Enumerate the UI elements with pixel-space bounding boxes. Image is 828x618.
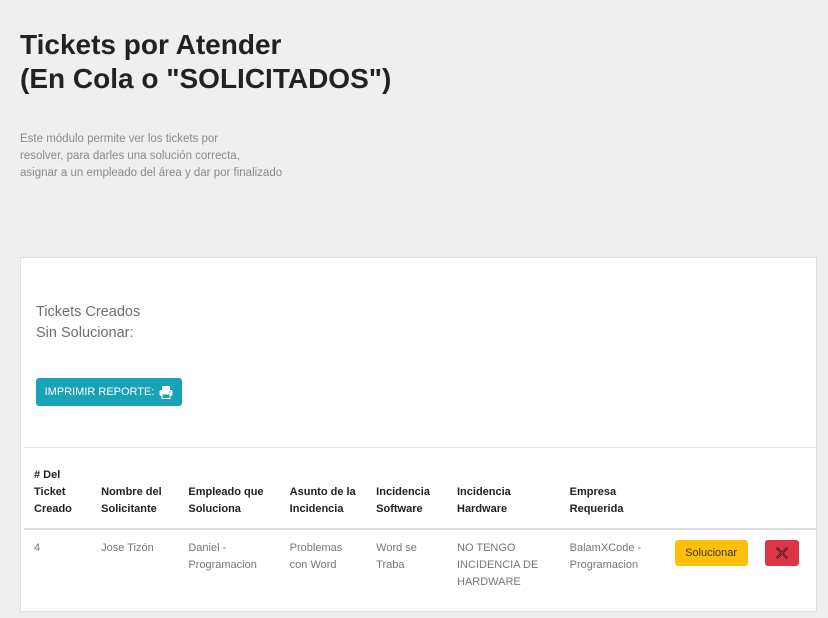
column-software: Incidencia Software — [376, 486, 430, 515]
card-subtitle-line1: Tickets Creados — [36, 304, 141, 320]
cell-software: Word se Traba — [376, 542, 417, 571]
table-row: 4 Jose Tizón Daniel - Programacion Probl… — [24, 529, 816, 591]
column-delete-action — [755, 448, 816, 530]
table-header-row: # Del Ticket Creado Nombre del Solicitan… — [24, 447, 816, 530]
print-report-button[interactable]: IMPRIMIR REPORTE: — [36, 378, 182, 406]
card-subtitle-line2: Sin Solucionar: — [36, 325, 134, 341]
column-empresa: Empresa Requerida — [569, 486, 624, 515]
column-hardware: Incidencia Hardware — [457, 486, 511, 515]
column-ticket-id: # Del Ticket Creado — [34, 469, 72, 515]
column-solicitante: Nombre del Solicitante — [101, 486, 162, 515]
printer-icon — [159, 385, 173, 399]
card-subtitle: Tickets Creados Sin Solucionar: — [36, 302, 140, 344]
page-title-line1: Tickets por Atender — [20, 29, 282, 60]
cell-solve-action: Solucionar — [665, 529, 755, 591]
page-title: Tickets por Atender (En Cola o "SOLICITA… — [20, 28, 391, 96]
page-title-line2: (En Cola o "SOLICITADOS") — [20, 63, 392, 94]
table-header: # Del Ticket Creado Nombre del Solicitan… — [24, 447, 816, 530]
column-empleado: Empleado que Soluciona — [188, 486, 264, 515]
close-icon — [776, 547, 788, 559]
cell-empleado: Daniel - Programacion — [188, 542, 257, 571]
column-asunto: Asunto de la Incidencia — [289, 486, 356, 515]
cell-hardware: NO TENGO INCIDENCIA DE HARDWARE — [457, 542, 539, 588]
column-solve-action — [665, 448, 755, 530]
solve-button[interactable]: Solucionar — [674, 540, 748, 566]
cell-solicitante: Jose Tizón — [101, 542, 154, 554]
cell-delete-action — [755, 529, 816, 591]
description-line: Este módulo permite ver los tickets por — [20, 133, 219, 145]
tickets-card: Tickets Creados Sin Solucionar: IMPRIMIR… — [20, 257, 817, 612]
tickets-table: # Del Ticket Creado Nombre del Solicitan… — [24, 447, 816, 591]
delete-button[interactable] — [764, 540, 799, 566]
print-report-label: IMPRIMIR REPORTE: — [44, 386, 155, 398]
cell-asunto: Problemas con Word — [289, 542, 343, 571]
page-description: Este módulo permite ver los tickets por … — [20, 131, 320, 182]
description-line: asignar a un empleado del área y dar por… — [20, 167, 283, 179]
cell-ticket-id: 4 — [34, 542, 41, 554]
description-line: resolver, para darles una solución corre… — [20, 150, 240, 162]
cell-empresa: BalamXCode - Programacion — [569, 542, 642, 571]
